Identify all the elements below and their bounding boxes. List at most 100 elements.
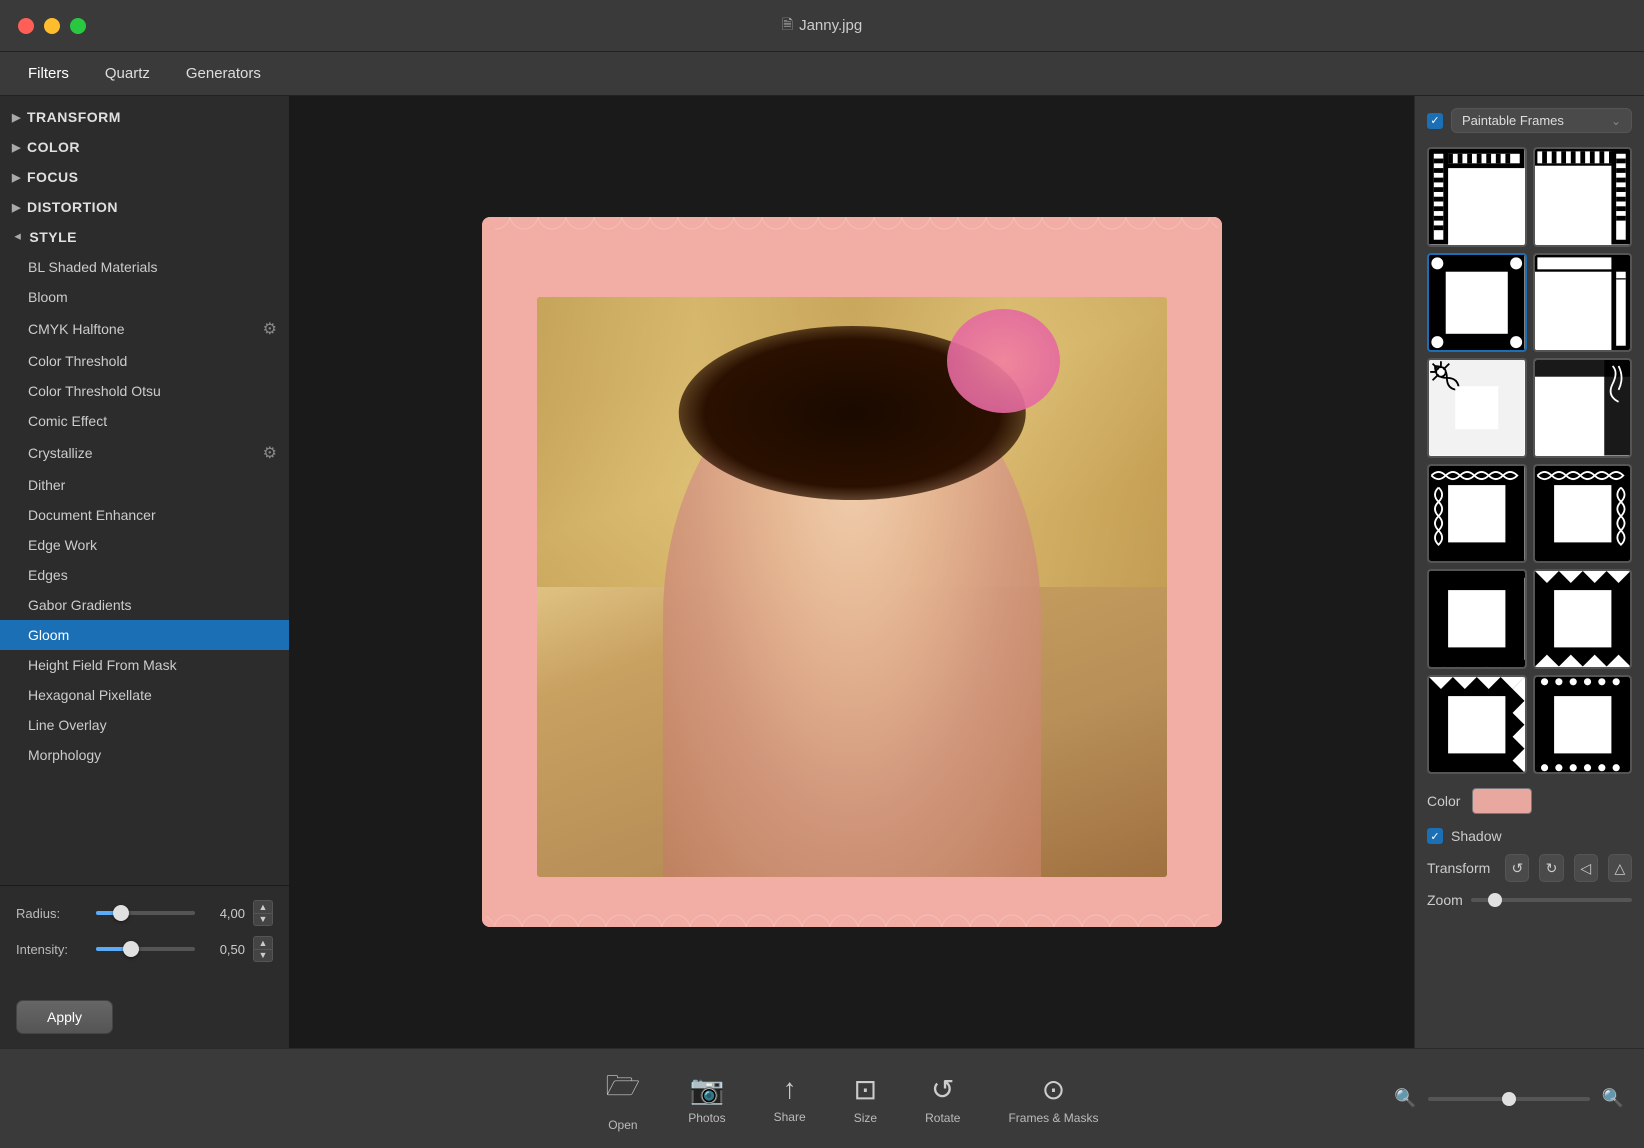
paintable-frames-dropdown[interactable]: Paintable Frames ⌄ <box>1451 108 1632 133</box>
filter-bl-shaded[interactable]: BL Shaded Materials <box>0 252 289 282</box>
frames-grid <box>1427 147 1632 774</box>
shadow-checkbox[interactable]: ✓ <box>1427 828 1443 844</box>
rotate-button[interactable]: ↺ Rotate <box>925 1073 960 1125</box>
chevron-down-icon: ⌄ <box>1611 114 1621 128</box>
filter-edges[interactable]: Edges <box>0 560 289 590</box>
maximize-button[interactable] <box>70 18 86 34</box>
filter-hexagonal[interactable]: Hexagonal Pixellate <box>0 680 289 710</box>
radius-value: 4,00 <box>203 906 245 921</box>
rotate-ccw-button[interactable]: ↺ <box>1505 854 1529 882</box>
filter-morphology[interactable]: Morphology <box>0 740 289 770</box>
filter-gloom[interactable]: Gloom <box>0 620 289 650</box>
frame-thumb-2[interactable] <box>1533 147 1633 247</box>
intensity-thumb[interactable] <box>123 941 139 957</box>
color-label: Color <box>1427 793 1460 809</box>
intensity-increment[interactable]: ▲ <box>253 936 273 949</box>
frames-masks-icon: ⊙ <box>1042 1073 1065 1106</box>
flip-h-button[interactable]: ◁ <box>1574 854 1598 882</box>
intensity-decrement[interactable]: ▼ <box>253 949 273 962</box>
filter-document-enhancer[interactable]: Document Enhancer <box>0 500 289 530</box>
canvas-area <box>290 96 1414 1048</box>
radius-decrement[interactable]: ▼ <box>253 913 273 926</box>
arrow-icon: ▶ <box>12 141 21 154</box>
share-icon: ↑ <box>783 1073 797 1105</box>
frame-thumb-3[interactable] <box>1427 253 1527 353</box>
arrow-icon: ▼ <box>12 231 24 242</box>
color-row: Color <box>1427 784 1632 818</box>
category-distortion[interactable]: ▶ DISTORTION <box>0 192 289 222</box>
filter-line-overlay[interactable]: Line Overlay <box>0 710 289 740</box>
filter-gabor-gradients[interactable]: Gabor Gradients <box>0 590 289 620</box>
share-button[interactable]: ↑ Share <box>774 1073 806 1124</box>
arrow-icon: ▶ <box>12 111 21 124</box>
flip-v-button[interactable]: △ <box>1608 854 1632 882</box>
tab-generators[interactable]: Generators <box>168 59 279 88</box>
category-style[interactable]: ▼ STYLE <box>0 222 289 252</box>
open-button[interactable]: 🗁 Open <box>606 1065 641 1132</box>
category-color[interactable]: ▶ COLOR <box>0 132 289 162</box>
close-button[interactable] <box>18 18 34 34</box>
window-title: 🗎 Janny.jpg <box>782 14 862 38</box>
filter-color-threshold[interactable]: Color Threshold <box>0 346 289 376</box>
image-frame <box>482 217 1222 927</box>
size-button[interactable]: ⊡ Size <box>854 1073 877 1125</box>
zoom-slider[interactable] <box>1471 898 1632 902</box>
minimize-button[interactable] <box>44 18 60 34</box>
radius-stepper[interactable]: ▲ ▼ <box>253 900 273 926</box>
shadow-label: Shadow <box>1451 828 1502 844</box>
tab-quartz[interactable]: Quartz <box>87 59 168 88</box>
tab-filters[interactable]: Filters <box>10 59 87 88</box>
scallop-bottom <box>482 893 1222 927</box>
frame-thumb-5[interactable] <box>1427 358 1527 458</box>
filter-cmyk[interactable]: CMYK Halftone ⚙ <box>0 312 289 346</box>
filter-edge-work[interactable]: Edge Work <box>0 530 289 560</box>
camera-icon: 📷 <box>689 1073 724 1106</box>
frame-thumb-11[interactable] <box>1427 675 1527 775</box>
color-swatch[interactable] <box>1472 788 1532 814</box>
bottom-toolbar: 🗁 Open 📷 Photos ↑ Share ⊡ Size ↺ Rotate … <box>0 1048 1644 1148</box>
frame-thumb-12[interactable] <box>1533 675 1633 775</box>
intensity-value: 0,50 <box>203 942 245 957</box>
rotate-cw-button[interactable]: ↻ <box>1539 854 1563 882</box>
frames-masks-button[interactable]: ⊙ Frames & Masks <box>1008 1073 1098 1125</box>
zoom-out-icon[interactable]: 🔍 <box>1394 1088 1416 1109</box>
category-focus[interactable]: ▶ FOCUS <box>0 162 289 192</box>
photos-button[interactable]: 📷 Photos <box>688 1073 725 1125</box>
intensity-stepper[interactable]: ▲ ▼ <box>253 936 273 962</box>
radius-increment[interactable]: ▲ <box>253 900 273 913</box>
zoom-thumb[interactable] <box>1488 893 1502 907</box>
scallop-top <box>482 217 1222 251</box>
frame-thumb-1[interactable] <box>1427 147 1527 247</box>
bottom-zoom-slider[interactable] <box>1428 1097 1589 1101</box>
traffic-lights <box>18 18 86 34</box>
apply-button[interactable]: Apply <box>16 1000 113 1034</box>
scallop-right <box>1188 217 1222 927</box>
filter-color-threshold-otsu[interactable]: Color Threshold Otsu <box>0 376 289 406</box>
radius-slider[interactable] <box>96 911 195 915</box>
apply-area: Apply <box>0 986 289 1048</box>
filter-bloom[interactable]: Bloom <box>0 282 289 312</box>
paintable-frames-checkbox[interactable]: ✓ <box>1427 113 1443 129</box>
intensity-label: Intensity: <box>16 942 88 957</box>
intensity-slider[interactable] <box>96 947 195 951</box>
arrow-icon: ▶ <box>12 171 21 184</box>
category-transform[interactable]: ▶ TRANSFORM <box>0 102 289 132</box>
zoom-label: Zoom <box>1427 892 1463 908</box>
frame-thumb-8[interactable] <box>1533 464 1633 564</box>
frame-thumb-4[interactable] <box>1533 253 1633 353</box>
toolbar-center: 🗁 Open 📷 Photos ↑ Share ⊡ Size ↺ Rotate … <box>310 1065 1394 1132</box>
frame-thumb-9[interactable] <box>1427 569 1527 669</box>
radius-thumb[interactable] <box>113 905 129 921</box>
frame-thumb-6[interactable] <box>1533 358 1633 458</box>
photo-area <box>537 297 1167 877</box>
shadow-row: ✓ Shadow <box>1427 828 1632 844</box>
filter-comic-effect[interactable]: Comic Effect <box>0 406 289 436</box>
frame-thumb-10[interactable] <box>1533 569 1633 669</box>
filter-dither[interactable]: Dither <box>0 470 289 500</box>
bottom-zoom-thumb[interactable] <box>1502 1092 1516 1106</box>
folder-icon: 🗁 <box>606 1065 641 1113</box>
frame-thumb-7[interactable] <box>1427 464 1527 564</box>
filter-crystallize[interactable]: Crystallize ⚙ <box>0 436 289 470</box>
zoom-in-icon[interactable]: 🔍 <box>1602 1088 1624 1109</box>
filter-height-field[interactable]: Height Field From Mask <box>0 650 289 680</box>
